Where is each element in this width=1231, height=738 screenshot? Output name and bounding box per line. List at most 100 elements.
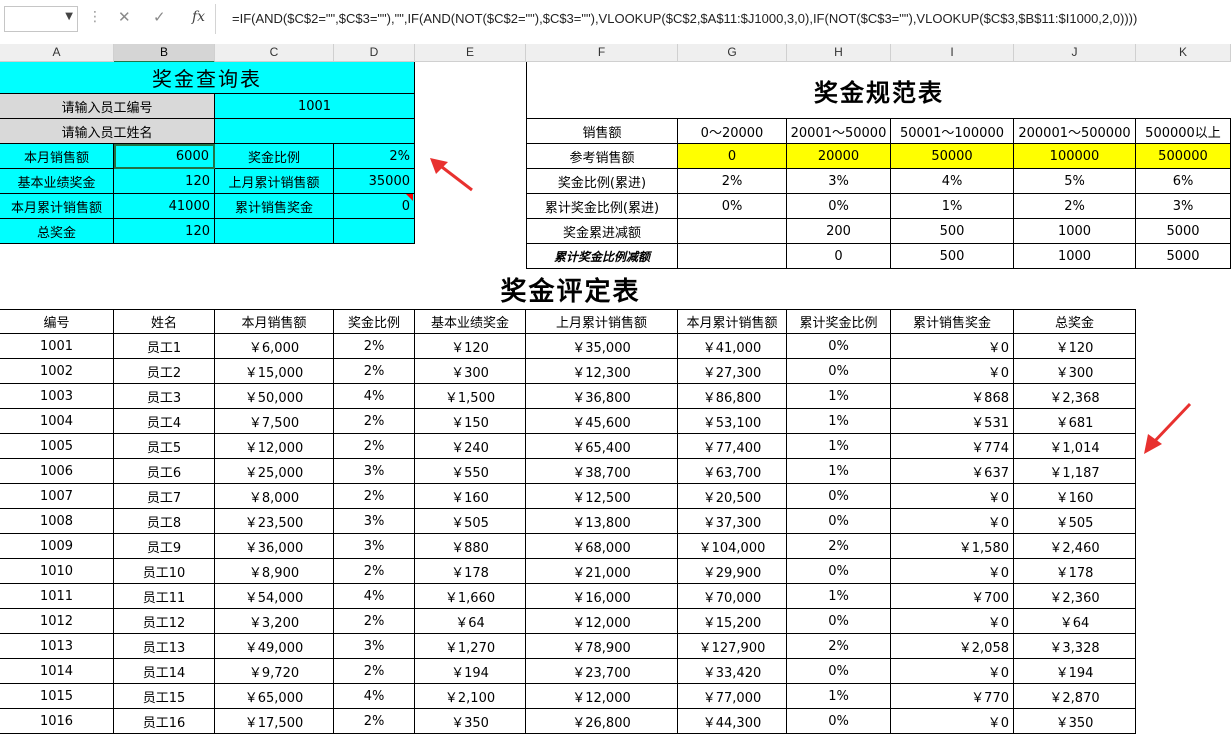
eval-cell-r4c0[interactable]: 1005 — [0, 434, 114, 459]
norms-cell-r0c1[interactable]: 0～20000 — [678, 119, 787, 144]
eval-cell-r15c0[interactable]: 1016 — [0, 709, 114, 734]
eval-cell-r1c4[interactable]: ￥300 — [415, 359, 526, 384]
eval-cell-r3c0[interactable]: 1004 — [0, 409, 114, 434]
eval-cell-r15c4[interactable]: ￥350 — [415, 709, 526, 734]
eval-cell-r11c3[interactable]: 2% — [334, 609, 415, 634]
eval-cell-r13c3[interactable]: 2% — [334, 659, 415, 684]
eval-cell-r14c3[interactable]: 4% — [334, 684, 415, 709]
eval-cell-r8c8[interactable]: ￥1,580 — [891, 534, 1014, 559]
eval-cell-r4c9[interactable]: ￥1,014 — [1014, 434, 1136, 459]
eval-cell-r8c4[interactable]: ￥880 — [415, 534, 526, 559]
norms-cell-r5c0[interactable]: 累计奖金比例减额 — [526, 244, 678, 269]
eval-cell-r5c3[interactable]: 3% — [334, 459, 415, 484]
eval-cell-r6c9[interactable]: ￥160 — [1014, 484, 1136, 509]
column-header-I[interactable]: I — [891, 44, 1014, 62]
eval-cell-r0c0[interactable]: 1001 — [0, 334, 114, 359]
eval-cell-r13c1[interactable]: 员工14 — [114, 659, 215, 684]
column-header-B[interactable]: B — [114, 44, 215, 63]
eval-cell-r5c1[interactable]: 员工6 — [114, 459, 215, 484]
eval-cell-r10c4[interactable]: ￥1,660 — [415, 584, 526, 609]
column-header-H[interactable]: H — [787, 44, 891, 62]
eval-cell-r15c3[interactable]: 2% — [334, 709, 415, 734]
eval-cell-r0c2[interactable]: ￥6,000 — [215, 334, 334, 359]
eval-cell-r3c7[interactable]: 1% — [787, 409, 891, 434]
eval-cell-r11c5[interactable]: ￥12,000 — [526, 609, 678, 634]
eval-cell-r9c0[interactable]: 1010 — [0, 559, 114, 584]
eval-cell-r12c7[interactable]: 2% — [787, 634, 891, 659]
eval-cell-r7c4[interactable]: ￥505 — [415, 509, 526, 534]
eval-cell-r5c8[interactable]: ￥637 — [891, 459, 1014, 484]
eval-cell-r4c4[interactable]: ￥240 — [415, 434, 526, 459]
eval-cell-r1c6[interactable]: ￥27,300 — [678, 359, 787, 384]
query-value-cum[interactable]: 41000 — [114, 194, 215, 219]
eval-cell-r2c7[interactable]: 1% — [787, 384, 891, 409]
query-label-total[interactable]: 总奖金 — [0, 219, 114, 244]
eval-cell-r2c5[interactable]: ￥36,800 — [526, 384, 678, 409]
eval-cell-r13c9[interactable]: ￥194 — [1014, 659, 1136, 684]
eval-cell-r12c4[interactable]: ￥1,270 — [415, 634, 526, 659]
eval-cell-r0c9[interactable]: ￥120 — [1014, 334, 1136, 359]
comment-marker-icon[interactable] — [406, 194, 413, 201]
query-label-prev[interactable]: 上月累计销售额 — [215, 169, 334, 194]
eval-cell-r9c6[interactable]: ￥29,900 — [678, 559, 787, 584]
eval-cell-r12c1[interactable]: 员工13 — [114, 634, 215, 659]
norms-cell-r2c2[interactable]: 3% — [787, 169, 891, 194]
norms-cell-r0c2[interactable]: 20001～50000 — [787, 119, 891, 144]
eval-cell-r2c4[interactable]: ￥1,500 — [415, 384, 526, 409]
eval-cell-r12c9[interactable]: ￥3,328 — [1014, 634, 1136, 659]
norms-cell-r5c3[interactable]: 500 — [891, 244, 1014, 269]
formula-input[interactable]: =IF(AND($C$2="",$C$3=""),"",IF(AND(NOT($… — [232, 11, 1137, 26]
eval-cell-r3c9[interactable]: ￥681 — [1014, 409, 1136, 434]
eval-cell-r4c1[interactable]: 员工5 — [114, 434, 215, 459]
eval-cell-r5c6[interactable]: ￥63,700 — [678, 459, 787, 484]
eval-cell-r2c2[interactable]: ￥50,000 — [215, 384, 334, 409]
norms-cell-r0c5[interactable]: 500000以上 — [1136, 119, 1231, 144]
eval-cell-r11c9[interactable]: ￥64 — [1014, 609, 1136, 634]
eval-cell-r7c8[interactable]: ￥0 — [891, 509, 1014, 534]
eval-cell-r10c2[interactable]: ￥54,000 — [215, 584, 334, 609]
eval-cell-r12c3[interactable]: 3% — [334, 634, 415, 659]
norms-cell-r5c5[interactable]: 5000 — [1136, 244, 1231, 269]
eval-cell-r0c5[interactable]: ￥35,000 — [526, 334, 678, 359]
query-label-ratio[interactable]: 奖金比例 — [215, 144, 334, 169]
eval-cell-r7c7[interactable]: 0% — [787, 509, 891, 534]
eval-cell-r2c6[interactable]: ￥86,800 — [678, 384, 787, 409]
norms-title[interactable]: 奖金规范表 — [526, 62, 1231, 119]
eval-header-1[interactable]: 姓名 — [114, 309, 215, 334]
norms-cell-r2c0[interactable]: 奖金比例(累进) — [526, 169, 678, 194]
eval-cell-r10c7[interactable]: 1% — [787, 584, 891, 609]
eval-cell-r11c1[interactable]: 员工12 — [114, 609, 215, 634]
eval-cell-r9c5[interactable]: ￥21,000 — [526, 559, 678, 584]
eval-cell-r4c2[interactable]: ￥12,000 — [215, 434, 334, 459]
eval-cell-r2c8[interactable]: ￥868 — [891, 384, 1014, 409]
eval-cell-r15c2[interactable]: ￥17,500 — [215, 709, 334, 734]
eval-cell-r8c6[interactable]: ￥104,000 — [678, 534, 787, 559]
eval-cell-r0c4[interactable]: ￥120 — [415, 334, 526, 359]
eval-cell-r8c7[interactable]: 2% — [787, 534, 891, 559]
column-header-D[interactable]: D — [334, 44, 415, 62]
eval-cell-r9c2[interactable]: ￥8,900 — [215, 559, 334, 584]
eval-cell-r1c1[interactable]: 员工2 — [114, 359, 215, 384]
norms-cell-r3c4[interactable]: 2% — [1014, 194, 1136, 219]
eval-header-7[interactable]: 累计奖金比例 — [787, 309, 891, 334]
eval-cell-r5c2[interactable]: ￥25,000 — [215, 459, 334, 484]
eval-cell-r1c2[interactable]: ￥15,000 — [215, 359, 334, 384]
norms-cell-r2c1[interactable]: 2% — [678, 169, 787, 194]
eval-cell-r10c6[interactable]: ￥70,000 — [678, 584, 787, 609]
eval-cell-r5c0[interactable]: 1006 — [0, 459, 114, 484]
query-title[interactable]: 奖金查询表 — [0, 62, 415, 94]
norms-cell-r1c3[interactable]: 50000 — [891, 144, 1014, 169]
column-header-C[interactable]: C — [215, 44, 334, 62]
norms-cell-r3c0[interactable]: 累计奖金比例(累进) — [526, 194, 678, 219]
eval-cell-r4c6[interactable]: ￥77,400 — [678, 434, 787, 459]
eval-cell-r15c6[interactable]: ￥44,300 — [678, 709, 787, 734]
eval-cell-r5c7[interactable]: 1% — [787, 459, 891, 484]
cancel-icon[interactable]: ✕ — [118, 8, 131, 26]
eval-cell-r4c5[interactable]: ￥65,400 — [526, 434, 678, 459]
drag-handle-icon[interactable]: ⋮ — [88, 9, 102, 25]
query-label-sales[interactable]: 本月销售额 — [0, 144, 114, 169]
norms-cell-r0c0[interactable]: 销售额 — [526, 119, 678, 144]
eval-cell-r7c2[interactable]: ￥23,500 — [215, 509, 334, 534]
eval-cell-r15c7[interactable]: 0% — [787, 709, 891, 734]
norms-cell-r0c3[interactable]: 50001～100000 — [891, 119, 1014, 144]
